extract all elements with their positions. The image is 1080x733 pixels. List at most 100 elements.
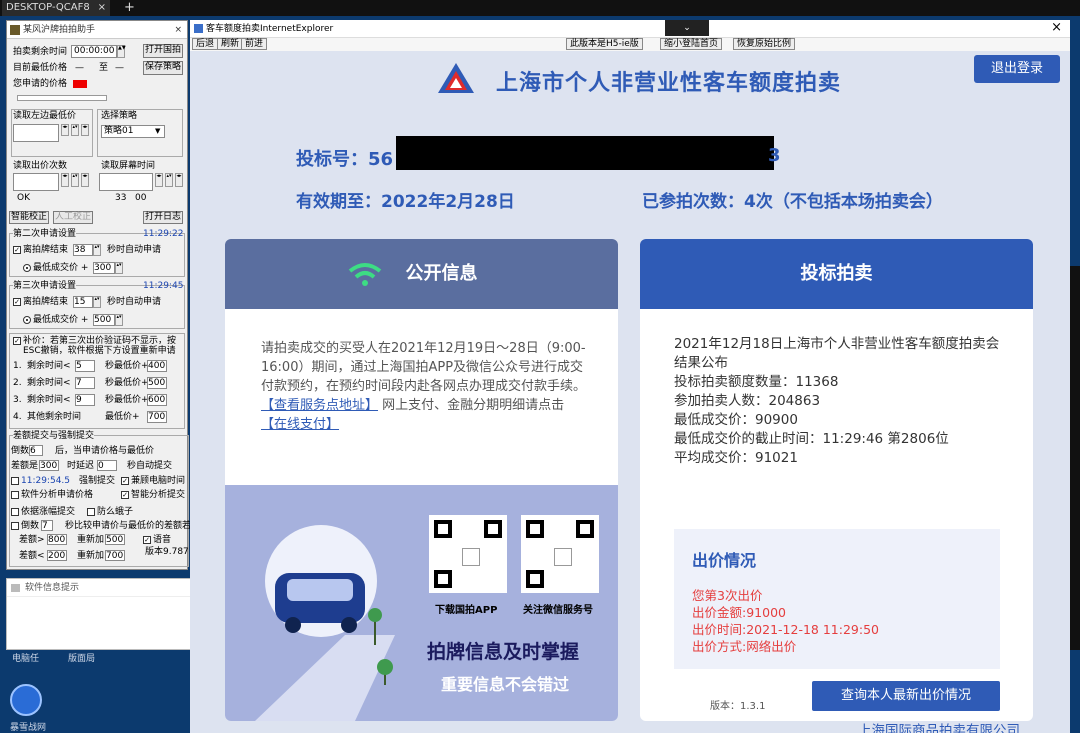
force-submit-check[interactable]	[11, 476, 19, 485]
second-plus-field[interactable]: 300	[93, 262, 115, 274]
download-app-caption: 下载国拍APP	[435, 605, 498, 616]
anti-moth-check[interactable]	[87, 507, 95, 516]
read-bids-spin-1[interactable]: ◂▸	[61, 173, 69, 187]
chevron-down-icon[interactable]: ⌄	[665, 20, 709, 36]
row-plus-field[interactable]: 400	[147, 360, 167, 372]
third-check[interactable]: ✓	[13, 297, 21, 306]
app-icon	[10, 25, 20, 35]
auction-page: 上海市个人非营业性客车额度拍卖 退出登录 投标号：56 3 有效期至：2022年…	[190, 51, 1070, 733]
h5-version-button[interactable]: 此版本是H5-ie版	[566, 38, 643, 50]
tab-close-icon[interactable]: ×	[98, 0, 106, 16]
new-tab-icon[interactable]: +	[124, 0, 135, 15]
d7a: 差额>	[19, 535, 45, 545]
supplement-check[interactable]: ✓	[13, 336, 21, 345]
assistant-title: 某风沪牌拍拍助手	[23, 25, 96, 35]
second-seconds-field[interactable]: 38	[73, 244, 93, 256]
third-seconds-field[interactable]: 15	[73, 296, 93, 308]
countdown-check[interactable]	[11, 521, 19, 530]
qr-logo-icon	[462, 548, 480, 566]
d2-field[interactable]: 300	[39, 460, 59, 471]
forward-button[interactable]: 前进	[241, 38, 268, 50]
third-apply-title: 第三次申请设置	[13, 281, 77, 292]
row-min-label: 秒最低价+	[105, 378, 149, 388]
second-radio[interactable]	[23, 263, 31, 272]
d7-add-field[interactable]: 500	[105, 534, 125, 545]
wifi-icon	[348, 263, 382, 286]
read-low-spin-2[interactable]: ▴▾	[71, 124, 79, 136]
service-address-link[interactable]: 【查看服务点地址】	[261, 398, 378, 413]
price-slider[interactable]	[17, 95, 107, 101]
public-info-header: 公开信息	[225, 239, 618, 309]
result-line: 2021年12月18日上海市个人非营业性客车额度拍卖会结果公布	[674, 336, 1000, 371]
smart-submit-check[interactable]: ✓	[121, 490, 129, 499]
voice-check[interactable]: ✓	[143, 535, 151, 544]
third-seconds-spinner[interactable]: ▴▾	[93, 296, 101, 308]
row-seconds-field[interactable]: 9	[75, 394, 95, 406]
desktop-icon-label-1[interactable]: 电脑任	[12, 651, 39, 664]
third-plus-field[interactable]: 500	[93, 314, 115, 326]
notice-icon	[11, 584, 20, 592]
voice-row: ✓ 语音	[143, 535, 172, 545]
remain-time-field[interactable]: 00:00:00	[71, 45, 117, 58]
read-screen-spin-3[interactable]: ◂▸	[175, 173, 183, 187]
third-plus-spinner[interactable]: ▴▾	[115, 314, 123, 326]
pc-time-check[interactable]: ✓	[121, 476, 129, 485]
auction-card: 投标拍卖 2021年12月18日上海市个人非营业性客车额度拍卖会结果公布 投标拍…	[640, 239, 1033, 721]
analyze-price-check[interactable]	[11, 490, 19, 499]
d8-add-field[interactable]: 700	[105, 550, 125, 561]
battlenet-icon[interactable]	[10, 684, 42, 716]
restore-scale-button[interactable]: 恢复原始比例	[733, 38, 796, 50]
smart-correct-button[interactable]: 智能校正	[9, 211, 49, 224]
read-bids-spin-3[interactable]: ◂▸	[81, 173, 89, 187]
read-bids-box[interactable]	[13, 173, 59, 191]
shrink-login-button[interactable]: 缩小登陆首页	[660, 38, 723, 50]
read-bids-spin-2[interactable]: ▴▾	[71, 173, 79, 187]
slogan-sub: 重要信息不会错过	[441, 675, 570, 694]
d6-field[interactable]: 7	[41, 520, 53, 531]
row-plus-field[interactable]: 500	[147, 377, 167, 389]
third-apply-row2: 最低成交价 +	[23, 315, 88, 326]
ie-close-icon[interactable]: ×	[1051, 20, 1062, 36]
manual-correct-button[interactable]: 人工校正	[53, 211, 93, 224]
online-pay-link[interactable]: 【在线支付】	[261, 417, 339, 432]
read-low-box[interactable]	[13, 124, 59, 142]
read-screen-label: 读取屏幕时间	[101, 161, 156, 171]
save-strategy-button[interactable]: 保存策略	[143, 61, 183, 75]
third-radio[interactable]	[23, 315, 31, 324]
back-button[interactable]: 后退	[192, 38, 219, 50]
read-screen-spin-1[interactable]: ◂▸	[155, 173, 163, 187]
close-icon[interactable]: ×	[174, 21, 182, 39]
d1-field[interactable]: 6	[29, 445, 43, 456]
read-screen-box[interactable]	[99, 173, 153, 191]
row-plus-field[interactable]: 700	[147, 411, 167, 423]
chevron-down-icon[interactable]: ▼	[155, 126, 160, 137]
desktop-icon-label-2[interactable]: 版面局	[68, 651, 95, 664]
read-screen-spin-2[interactable]: ▴▾	[165, 173, 173, 187]
d8b: 重新加	[77, 551, 105, 561]
row-seconds-field[interactable]: 5	[75, 360, 95, 372]
d7-field[interactable]: 800	[47, 534, 67, 545]
desktop-icon-label-3[interactable]: 暴雪战网	[10, 720, 46, 733]
d6b: 秒比较申请价与最低价的差额若	[65, 521, 192, 531]
second-check[interactable]: ✓	[13, 245, 21, 254]
screen-time-1: 33	[115, 193, 127, 203]
row-seconds-field[interactable]: 7	[75, 377, 95, 389]
logout-button[interactable]: 退出登录	[974, 55, 1060, 83]
read-low-spin-3[interactable]: ◂▸	[81, 124, 89, 136]
query-latest-bid-button[interactable]: 查询本人最新出价情况	[812, 681, 1000, 711]
refresh-button[interactable]: 刷新	[217, 38, 244, 50]
second-seconds-spinner[interactable]: ▴▾	[93, 244, 101, 256]
row-plus-field[interactable]: 600	[147, 394, 167, 406]
strategy-label: 选择策略	[101, 111, 138, 121]
second-plus-spinner[interactable]: ▴▾	[115, 262, 123, 274]
d2-delay-field[interactable]: 0	[97, 460, 117, 471]
taskbar-tab-desktop[interactable]: DESKTOP-QCAF8 ×	[2, 0, 110, 16]
open-auction-button[interactable]: 打开国拍	[143, 44, 183, 58]
d8-field[interactable]: 200	[47, 550, 67, 561]
third-apply-time: 11:29:45	[143, 281, 184, 291]
row-number: 4.	[13, 412, 22, 422]
remain-spinner[interactable]: ▲▼	[117, 45, 126, 58]
rise-submit-check[interactable]	[11, 507, 19, 516]
open-log-button[interactable]: 打开日志	[143, 211, 183, 224]
read-low-spin-1[interactable]: ◂▸	[61, 124, 69, 136]
